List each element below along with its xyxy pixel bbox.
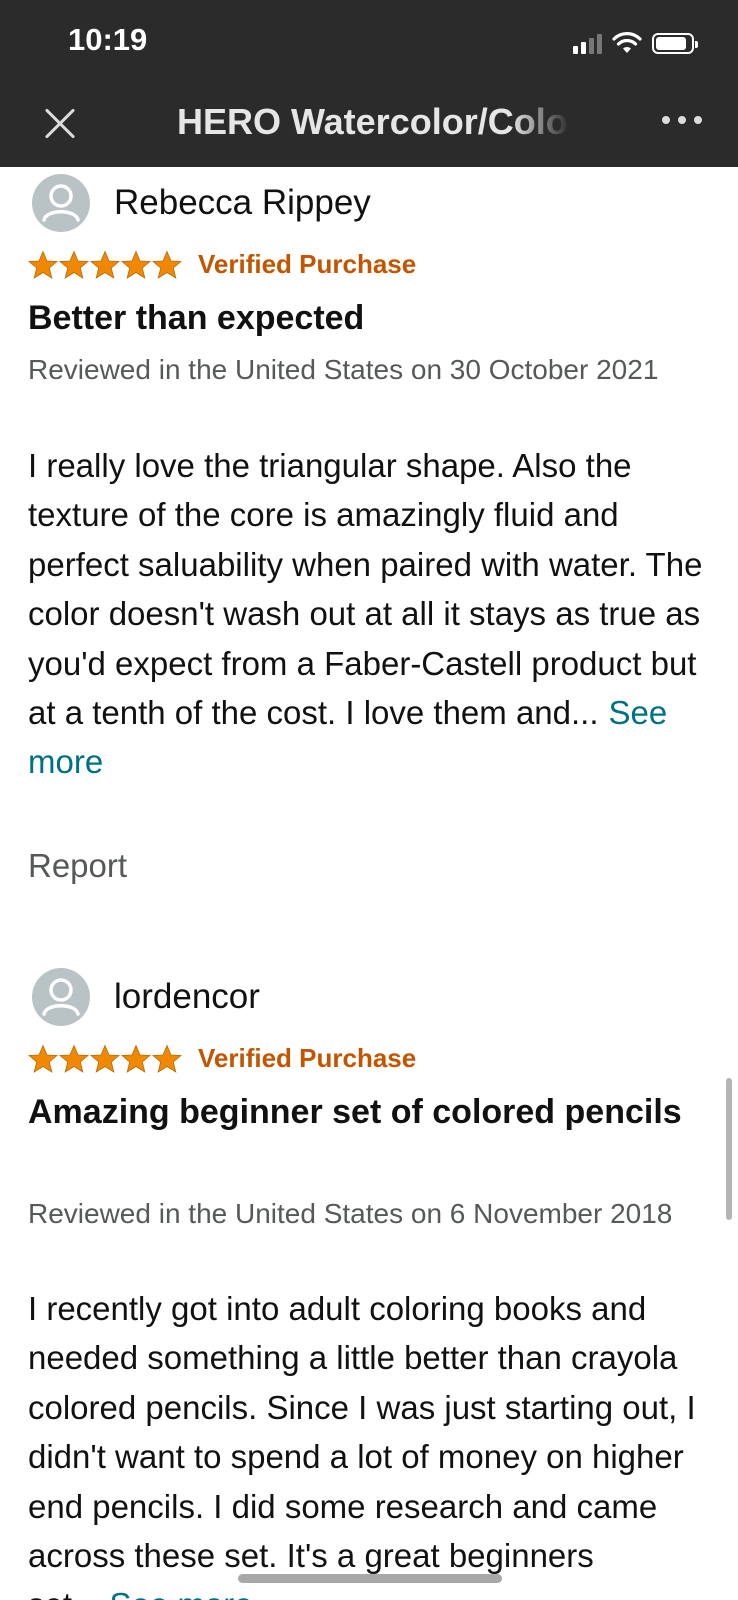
rating-row: Verified Purchase <box>28 1043 416 1074</box>
screen: 10:19 HERO Watercolor/Colored Pencils <box>0 0 738 1600</box>
review-title: Amazing beginner set of colored pencils <box>28 1093 682 1131</box>
star-icon <box>152 1043 182 1073</box>
rating-row: Verified Purchase <box>28 249 416 280</box>
home-indicator[interactable] <box>238 1574 502 1583</box>
star-rating <box>28 1043 182 1074</box>
battery-icon <box>652 32 698 54</box>
review-body: I recently got into adult coloring books… <box>28 1284 718 1600</box>
review-text: I recently got into adult coloring books… <box>28 1290 696 1600</box>
page-title: HERO Watercolor/Colored Pencils <box>177 101 570 142</box>
star-icon <box>59 1043 89 1073</box>
star-rating <box>28 249 182 280</box>
star-icon <box>121 249 151 279</box>
review-date: Reviewed in the United States on 6 Novem… <box>28 1198 673 1229</box>
close-button[interactable] <box>38 102 82 146</box>
avatar-icon <box>32 174 90 232</box>
star-icon <box>90 249 120 279</box>
review-title: Better than expected <box>28 299 365 337</box>
review-body: I really love the triangular shape. Also… <box>28 441 718 787</box>
see-more-link[interactable]: See more <box>110 1586 253 1600</box>
status-icons <box>573 28 698 58</box>
more-options-icon[interactable] <box>662 116 702 124</box>
verified-purchase-badge: Verified Purchase <box>198 249 417 279</box>
review-text: I really love the triangular shape. Also… <box>28 447 703 732</box>
avatar-icon <box>32 968 90 1026</box>
report-link[interactable]: Report <box>28 847 127 885</box>
top-bar: 10:19 HERO Watercolor/Colored Pencils <box>0 0 738 167</box>
reviewer-row: lordencor <box>32 968 260 1026</box>
review-date: Reviewed in the United States on 30 Octo… <box>28 354 659 385</box>
reviewer-name[interactable]: Rebecca Rippey <box>114 183 371 223</box>
scrollbar[interactable] <box>726 1078 732 1220</box>
star-icon <box>90 1043 120 1073</box>
reviewer-row: Rebecca Rippey <box>32 174 371 232</box>
star-icon <box>121 1043 151 1073</box>
star-icon <box>152 249 182 279</box>
star-icon <box>28 249 58 279</box>
cellular-signal-icon <box>573 32 602 54</box>
wifi-icon <box>612 32 642 53</box>
reviewer-name[interactable]: lordencor <box>114 977 260 1017</box>
verified-purchase-badge: Verified Purchase <box>198 1043 417 1073</box>
star-icon <box>28 1043 58 1073</box>
status-time: 10:19 <box>68 22 148 57</box>
star-icon <box>59 249 89 279</box>
